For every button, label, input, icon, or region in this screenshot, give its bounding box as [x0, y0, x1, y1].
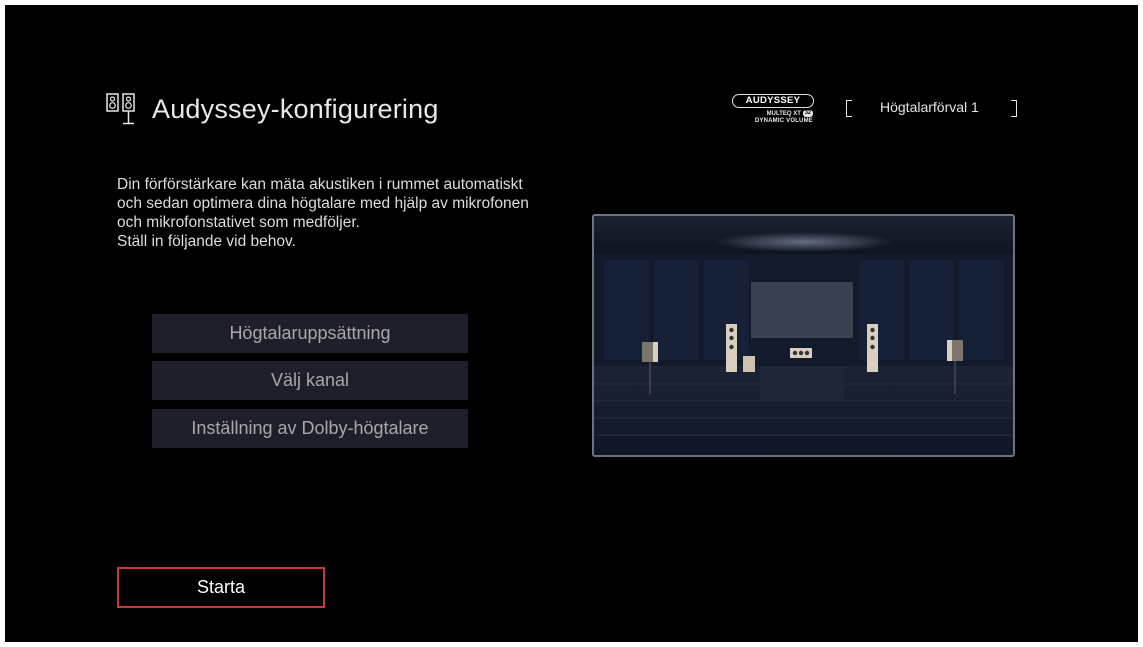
speaker-preset-indicator: Högtalarförval 1 — [843, 98, 1021, 120]
description-line: och sedan optimera dina högtalare med hj… — [117, 195, 529, 212]
preset-label: Högtalarförval 1 — [880, 99, 979, 115]
multeq-label: MULTEQ XT 32 — [767, 110, 813, 117]
description-line: Ställ in följande vid behov. — [117, 233, 296, 250]
bracket-right-icon — [1011, 100, 1017, 117]
bracket-left-icon — [846, 100, 852, 117]
dynamic-volume-label: DYNAMIC VOLUME — [754, 118, 813, 124]
select-channel-button[interactable]: Välj kanal — [152, 361, 468, 400]
multeq-text: MULTEQ XT — [766, 110, 801, 117]
start-button[interactable]: Starta — [117, 567, 325, 608]
page-header: Audyssey-konfigurering — [106, 92, 439, 126]
room-illustration — [594, 216, 1013, 455]
audyssey-logo: AUDYSSEY MULTEQ XT 32 DYNAMIC VOLUME — [730, 92, 815, 126]
audyssey-wordmark: AUDYSSEY — [732, 94, 814, 108]
page-title: Audyssey-konfigurering — [152, 93, 439, 124]
dolby-speaker-setup-button[interactable]: Inställning av Dolby-högtalare — [152, 409, 468, 448]
speaker-pair-icon — [106, 93, 135, 125]
description-line: Din förförstärkare kan mäta akustiken i … — [117, 176, 523, 193]
screen: Audyssey-konfigurering AUDYSSEY MULTEQ X… — [5, 5, 1138, 642]
room-preview-image — [592, 214, 1015, 457]
description: Din förförstärkare kan mäta akustiken i … — [117, 175, 587, 251]
description-line: och mikrofonstativet som medföljer. — [117, 214, 360, 231]
speaker-setup-button[interactable]: Högtalaruppsättning — [152, 314, 468, 353]
multeq-badge: 32 — [802, 110, 813, 117]
